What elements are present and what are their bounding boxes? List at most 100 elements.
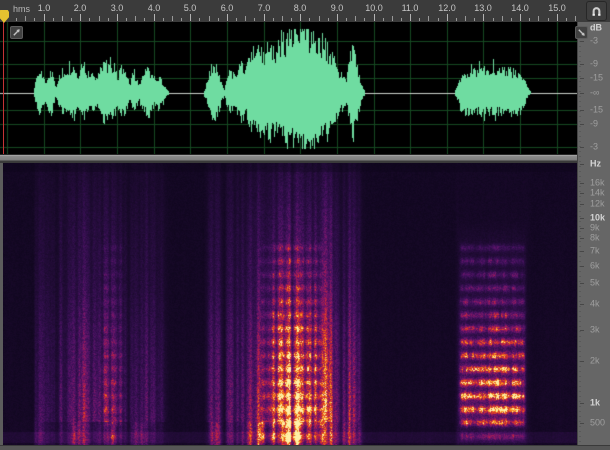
timeline-ruler[interactable]: hms 1.0 2.0 3.0 4.0 5.0 6.0 7.0 8.0 9.0 10.0 11.0 1… — [0, 0, 610, 22]
time-tick — [99, 16, 100, 21]
time-tick — [144, 18, 145, 21]
scale-minor-tick — [579, 356, 581, 357]
time-tick-label: 3.0 — [110, 3, 124, 13]
time-tick — [502, 16, 503, 21]
time-tick — [199, 18, 200, 21]
scale-minor-tick — [579, 61, 581, 62]
spectrogram-panel[interactable] — [0, 163, 577, 445]
time-tick-label: 7.0 — [257, 3, 271, 13]
freq-tick-tick — [580, 218, 584, 219]
waveform-display[interactable] — [0, 22, 577, 154]
scale-minor-tick — [579, 116, 581, 117]
db-tick-tick — [580, 64, 584, 65]
scale-minor-tick — [579, 151, 581, 152]
freq-tick-label: 10k — [590, 212, 606, 223]
time-tick — [328, 18, 329, 21]
freq-tick-tick — [580, 283, 584, 284]
db-tick-label: -3 — [590, 141, 599, 152]
time-tick — [135, 16, 136, 21]
waveform-panel[interactable] — [0, 22, 577, 154]
time-tick — [16, 18, 17, 21]
time-tick — [557, 14, 558, 21]
time-tick — [309, 18, 310, 21]
spectrogram-display[interactable] — [3, 163, 577, 445]
snap-button[interactable] — [586, 1, 607, 21]
time-tick — [410, 14, 411, 21]
time-tick — [465, 16, 466, 21]
freq-tick-label: 500 — [590, 417, 606, 428]
time-tick — [447, 14, 448, 21]
time-tick — [456, 18, 457, 21]
db-tick-label: -15 — [590, 104, 604, 115]
db-tick-tick — [580, 124, 584, 125]
scale-minor-tick — [579, 256, 581, 257]
freq-tick-label: 2k — [590, 355, 600, 366]
time-tick — [520, 14, 521, 21]
scale-minor-tick — [579, 396, 581, 397]
scale-minor-tick — [579, 351, 581, 352]
scale-minor-tick — [579, 111, 581, 112]
scale-minor-tick — [579, 136, 581, 137]
scale-resize-button[interactable] — [575, 26, 588, 39]
scale-minor-tick — [579, 311, 581, 312]
scale-minor-tick — [579, 86, 581, 87]
time-tick — [346, 18, 347, 21]
scale-minor-tick — [579, 106, 581, 107]
time-tick-label: 4.0 — [147, 3, 161, 13]
db-tick-label: -9 — [590, 118, 599, 129]
db-tick-tick — [580, 93, 584, 94]
db-tick-tick — [580, 78, 584, 79]
scale-minor-tick — [579, 431, 581, 432]
scale-minor-tick — [579, 276, 581, 277]
scale-minor-tick — [579, 206, 581, 207]
time-tick — [245, 16, 246, 21]
db-tick-tick — [580, 147, 584, 148]
time-tick — [319, 16, 320, 21]
scale-minor-tick — [579, 391, 581, 392]
time-tick — [548, 18, 549, 21]
time-tick — [254, 18, 255, 21]
time-tick — [392, 16, 393, 21]
scale-minor-tick — [579, 346, 581, 347]
scale-minor-tick — [579, 176, 581, 177]
freq-tick-tick — [580, 330, 584, 331]
freq-tick-tick — [580, 266, 584, 267]
scale-minor-tick — [579, 321, 581, 322]
freq-tick-label: 6k — [590, 260, 600, 271]
scale-minor-tick — [579, 281, 581, 282]
freq-tick-label: 12k — [590, 198, 605, 209]
scale-minor-tick — [579, 401, 581, 402]
scale-minor-tick — [579, 271, 581, 272]
time-tick — [566, 18, 567, 21]
db-tick-tick — [580, 110, 584, 111]
scale-strip: dB -3 -9 -15 -∞ -15 -9 -3 Hz 16k 14k 12k 10k 9k 8k 7k 6… — [577, 22, 610, 445]
time-tick — [575, 16, 576, 21]
panel-splitter[interactable] — [0, 154, 577, 163]
scale-minor-tick — [579, 126, 581, 127]
time-tick — [25, 16, 26, 21]
gain-adjust-button[interactable] — [10, 26, 23, 39]
db-tick-label: dB — [590, 22, 602, 33]
freq-tick-label: 5k — [590, 277, 600, 288]
scale-minor-tick — [579, 386, 581, 387]
scale-minor-tick — [579, 156, 581, 157]
db-tick-tick — [580, 41, 584, 42]
db-tick-label: -∞ — [590, 87, 600, 98]
time-tick — [419, 18, 420, 21]
time-tick — [529, 18, 530, 21]
scale-minor-tick — [579, 441, 581, 442]
time-tick — [355, 16, 356, 21]
time-tick — [80, 14, 81, 21]
time-tick — [71, 18, 72, 21]
time-tick — [264, 14, 265, 21]
time-tick-label: 13.0 — [474, 3, 492, 13]
scale-minor-tick — [579, 141, 581, 142]
freq-tick-tick — [580, 204, 584, 205]
scale-minor-tick — [579, 301, 581, 302]
scale-minor-tick — [579, 381, 581, 382]
audio-editor-window: hms 1.0 2.0 3.0 4.0 5.0 6.0 7.0 8.0 9.0 10.0 11.0 1… — [0, 0, 610, 450]
scale-minor-tick — [579, 56, 581, 57]
scale-minor-tick — [579, 331, 581, 332]
scale-minor-tick — [579, 376, 581, 377]
freq-tick-tick — [580, 164, 584, 165]
